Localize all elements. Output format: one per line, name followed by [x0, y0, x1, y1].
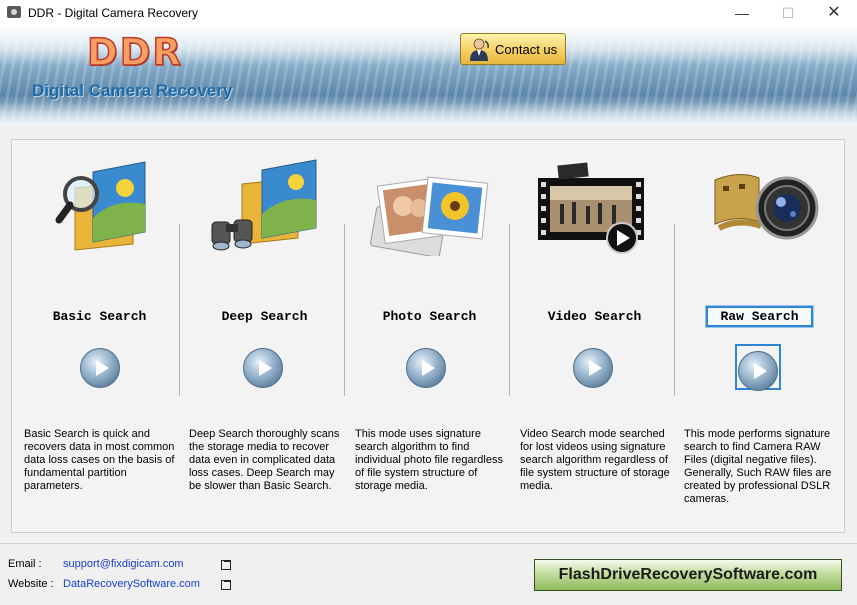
- maximize-button[interactable]: ☐: [765, 0, 811, 26]
- contact-person-icon: [470, 38, 489, 61]
- footer-separator: [0, 543, 857, 544]
- photo-search-description: This mode uses signature search algorith…: [355, 428, 503, 492]
- close-button[interactable]: ✕: [811, 0, 857, 26]
- email-link[interactable]: support@fixdigicam.com: [63, 558, 184, 570]
- video-search-label[interactable]: Video Search: [512, 306, 677, 327]
- mode-video-search: Video Search Video Search mode searched …: [512, 140, 677, 532]
- camera-lens-icon: [714, 174, 819, 240]
- binoculars-folder-icon: [211, 159, 317, 251]
- website-open-icon[interactable]: [221, 580, 231, 590]
- folder-search-icon: [55, 161, 146, 251]
- photos-icon: [370, 176, 489, 256]
- app-subtitle: Digital Camera Recovery: [32, 81, 233, 100]
- deep-search-description: Deep Search thoroughly scans the storage…: [189, 428, 340, 492]
- mode-photo-search: Photo Search This mode uses signature se…: [347, 140, 512, 532]
- film-strip-icon: [538, 162, 644, 254]
- search-mode-panel: Basic Search Basic Search is quick and r…: [11, 139, 845, 533]
- column-divider: [344, 224, 345, 396]
- website-link[interactable]: DataRecoverySoftware.com: [63, 578, 200, 590]
- ddr-logo: DDR: [86, 30, 183, 75]
- video-search-play-button[interactable]: [573, 348, 613, 388]
- video-search-description: Video Search mode searched for lost vide…: [520, 428, 670, 492]
- header-banner: DDR Digital Camera Recovery Contact us: [0, 26, 857, 124]
- title-bar: DDR - Digital Camera Recovery — ☐ ✕: [0, 0, 857, 26]
- brand-banner[interactable]: FlashDriveRecoverySoftware.com: [534, 559, 842, 591]
- basic-search-description: Basic Search is quick and recovers data …: [24, 428, 175, 492]
- basic-search-label[interactable]: Basic Search: [17, 306, 182, 327]
- window-title: DDR - Digital Camera Recovery: [28, 6, 199, 20]
- column-divider: [674, 224, 675, 396]
- basic-search-play-button[interactable]: [80, 348, 120, 388]
- app-icon: [7, 6, 21, 18]
- column-divider: [179, 224, 180, 396]
- minimize-button[interactable]: —: [719, 0, 765, 26]
- column-divider: [509, 224, 510, 396]
- photo-search-play-button[interactable]: [406, 348, 446, 388]
- website-label: Website :: [8, 578, 54, 590]
- email-label: Email :: [8, 558, 42, 570]
- raw-search-play-button[interactable]: [738, 351, 778, 391]
- deep-search-label[interactable]: Deep Search: [182, 306, 347, 327]
- contact-us-label: Contact us: [495, 42, 558, 57]
- mode-basic-search: Basic Search Basic Search is quick and r…: [17, 140, 182, 532]
- mode-raw-search: Raw Search This mode performs signature …: [677, 140, 842, 532]
- deep-search-play-button[interactable]: [243, 348, 283, 388]
- photo-search-label[interactable]: Photo Search: [347, 306, 512, 327]
- raw-search-description: This mode performs signature search to f…: [684, 428, 832, 505]
- email-open-icon[interactable]: [221, 560, 231, 570]
- contact-us-button[interactable]: Contact us: [460, 33, 566, 65]
- mode-deep-search: Deep Search Deep Search thoroughly scans…: [182, 140, 347, 532]
- raw-search-label[interactable]: Raw Search: [677, 306, 842, 327]
